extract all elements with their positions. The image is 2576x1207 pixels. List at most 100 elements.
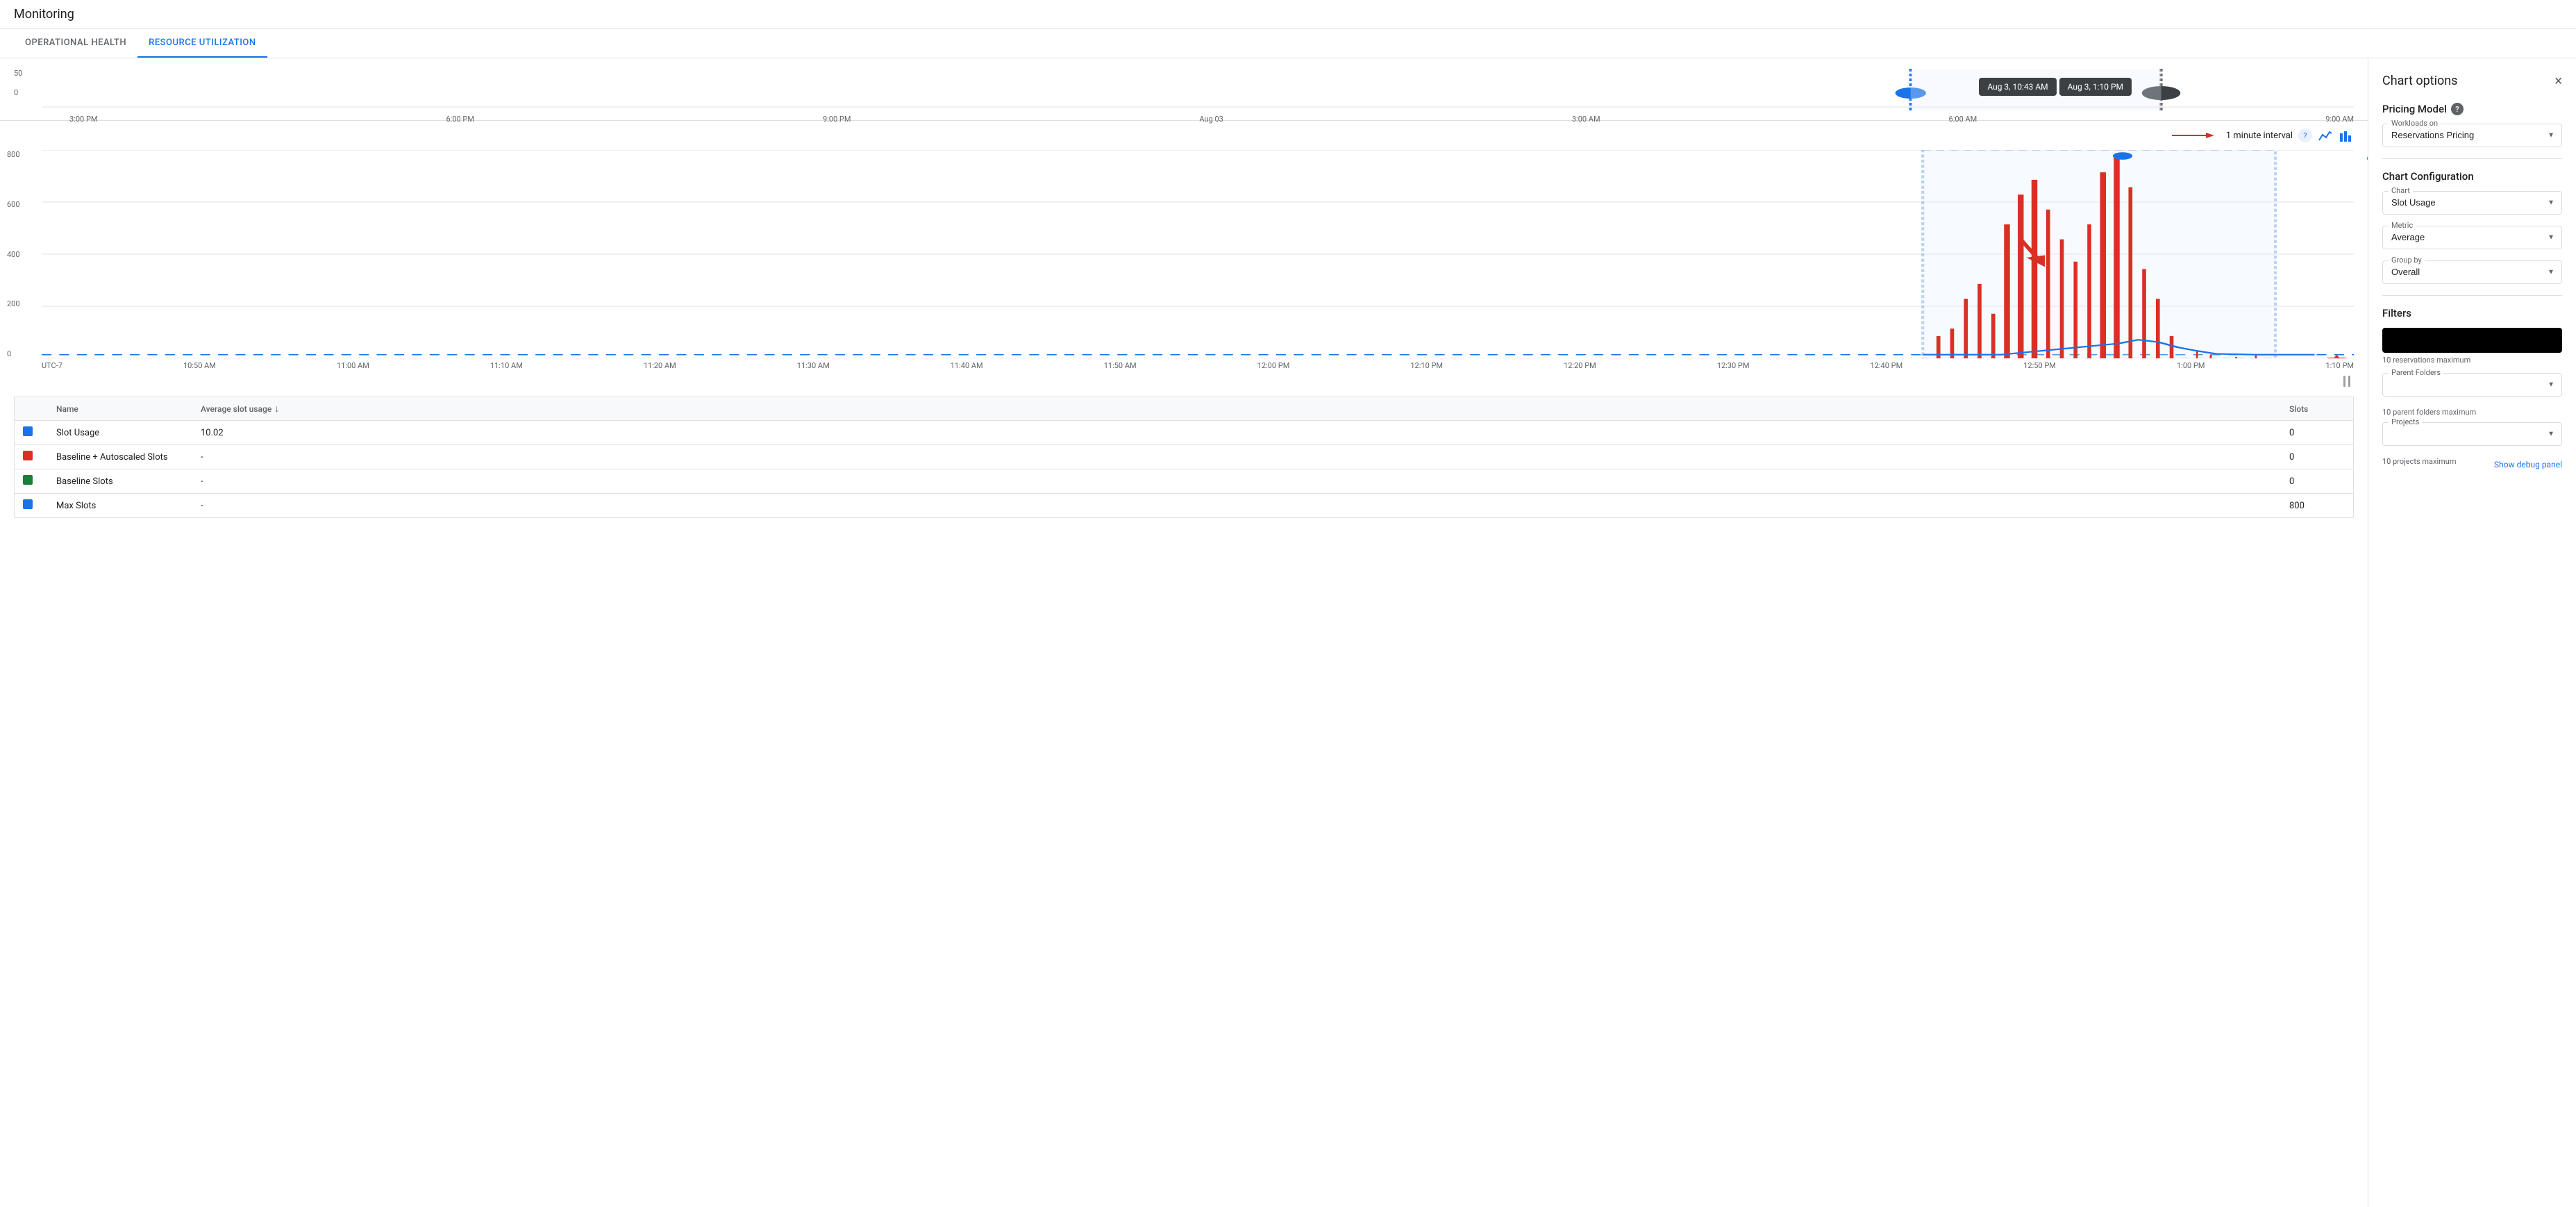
mini-time-7: 9:00 AM (2325, 115, 2354, 124)
row-slots-0: 0 (2289, 428, 2345, 438)
parent-folders-max-label: 10 parent folders maximum (2382, 408, 2562, 417)
legend-row: Max Slots - 800 (15, 494, 2353, 517)
x-110: 1:10 PM (2326, 361, 2354, 370)
metric-label: Metric (2389, 221, 2416, 230)
y-800: 800 (7, 150, 20, 159)
x-1050: 10:50 AM (183, 361, 216, 370)
x-1130: 11:30 AM (797, 361, 830, 370)
x-1210: 12:10 PM (1410, 361, 1443, 370)
panel-title: Chart options (2382, 74, 2457, 88)
legend-row: Baseline + Autoscaled Slots - 0 (15, 445, 2353, 469)
row-slots-3: 800 (2289, 501, 2345, 511)
reservations-filter-bar[interactable] (2382, 328, 2562, 353)
row-avg-0: 10.02 (201, 428, 2284, 438)
x-axis-labels: UTC-7 10:50 AM 11:00 AM 11:10 AM 11:20 A… (0, 358, 2368, 373)
col-slots: Slots (2289, 404, 2345, 414)
row-name-0: Slot Usage (56, 428, 195, 438)
workloads-field: Workloads on Reservations Pricing On-dem… (2382, 124, 2562, 147)
row-avg-3: - (201, 501, 2284, 511)
color-swatch (23, 499, 33, 509)
color-swatch (23, 451, 33, 460)
line-chart-btn[interactable] (2318, 128, 2333, 143)
main-chart: 800 600 400 200 0 (0, 150, 2368, 358)
scroll-indicator (2340, 374, 2354, 388)
group-by-select[interactable]: Overall Project Reservation Job Type (2391, 267, 2553, 277)
projects-select[interactable] (2391, 428, 2553, 439)
projects-field: Projects ▼ (2382, 422, 2562, 446)
row-slots-1: 0 (2289, 452, 2345, 463)
y-200: 200 (7, 299, 20, 308)
mini-y-label-0: 0 (14, 88, 22, 97)
workloads-chevron-icon: ▼ (2548, 132, 2554, 140)
workloads-select[interactable]: Reservations Pricing On-demand Pricing (2391, 130, 2553, 140)
parent-folders-field: Parent Folders ▼ (2382, 373, 2562, 397)
tooltip-left: Aug 3, 10:43 AM (1979, 78, 2056, 96)
projects-label: Projects (2389, 417, 2422, 426)
group-by-chevron-icon: ▼ (2548, 269, 2554, 276)
col-name: Name (56, 404, 195, 414)
filters-title: Filters (2382, 307, 2411, 319)
row-name-3: Max Slots (56, 501, 195, 511)
legend-row: Slot Usage 10.02 0 (15, 421, 2353, 445)
legend-row: Baseline Slots - 0 (15, 469, 2353, 494)
pricing-model-help-icon[interactable]: ? (2451, 103, 2464, 115)
parent-folders-label: Parent Folders (2389, 368, 2443, 377)
interval-help-icon[interactable]: ? (2298, 128, 2312, 142)
mini-time-1: 3:00 PM (69, 115, 97, 124)
mini-time-2: 6:00 PM (446, 115, 474, 124)
chart-config-title: Chart Configuration (2382, 170, 2474, 183)
x-100: 1:00 PM (2177, 361, 2205, 370)
row-name-2: Baseline Slots (56, 476, 195, 487)
right-panel: Chart options × Pricing Model ? Workload… (2368, 58, 2576, 1207)
parent-folders-chevron-icon: ▼ (2548, 381, 2554, 389)
projects-chevron-icon: ▼ (2548, 431, 2554, 438)
x-1140: 11:40 AM (951, 361, 983, 370)
color-swatch (23, 475, 33, 485)
mini-time-6: 6:00 AM (1949, 115, 1977, 124)
mini-chart: 50 0 Aug 3, 10 (0, 65, 2368, 121)
svg-text:★: ★ (2325, 353, 2349, 358)
tabs-bar: OPERATIONAL HEALTH RESOURCE UTILIZATION (0, 29, 2576, 58)
x-1230: 12:30 PM (1717, 361, 1750, 370)
interval-label: 1 minute interval (2226, 131, 2293, 141)
x-1240: 12:40 PM (1871, 361, 1903, 370)
chart-select[interactable]: Slot Usage Job Count Job Execution Time (2391, 197, 2553, 208)
row-slots-2: 0 (2289, 476, 2345, 487)
tab-operational-health[interactable]: OPERATIONAL HEALTH (14, 29, 137, 58)
color-swatch (23, 426, 33, 436)
page-title: Monitoring (14, 7, 2562, 22)
parent-folders-select[interactable] (2391, 379, 2553, 390)
y-400: 400 (7, 250, 20, 259)
reservations-filter: 10 reservations maximum (2382, 328, 2562, 365)
y-600: 600 (7, 200, 20, 209)
chart-chevron-icon: ▼ (2548, 199, 2554, 207)
x-1220: 12:20 PM (1564, 361, 1596, 370)
col-avg: Average slot usage ↓ (201, 403, 2284, 415)
bar-chart-btn[interactable] (2339, 128, 2354, 143)
group-by-field: Group by Overall Project Reservation Job… (2382, 260, 2562, 284)
mini-time-4: Aug 03 (1199, 115, 1223, 124)
metric-select[interactable]: Average Maximum Minimum (2391, 232, 2553, 242)
x-utc: UTC-7 (42, 361, 62, 370)
x-1200: 12:00 PM (1257, 361, 1290, 370)
row-name-1: Baseline + Autoscaled Slots (56, 452, 195, 463)
mini-y-label-50: 50 (14, 69, 22, 78)
chart-field: Chart Slot Usage Job Count Job Execution… (2382, 191, 2562, 215)
tooltip-right: Aug 3, 1:10 PM (2059, 78, 2132, 96)
workloads-label: Workloads on (2389, 119, 2441, 128)
interval-control: 1 minute interval ? (0, 121, 2368, 150)
chart-label: Chart (2389, 186, 2413, 195)
mini-time-3: 9:00 PM (823, 115, 851, 124)
close-button[interactable]: × (2554, 72, 2562, 89)
pricing-model-title: Pricing Model (2382, 103, 2447, 115)
x-1250: 12:50 PM (2023, 361, 2056, 370)
x-1110: 11:10 AM (490, 361, 523, 370)
x-1150: 11:50 AM (1104, 361, 1137, 370)
tab-resource-utilization[interactable]: RESOURCE UTILIZATION (137, 29, 267, 58)
legend-table: Name Average slot usage ↓ Slots Slot Usa… (14, 397, 2354, 518)
reservations-max-label: 10 reservations maximum (2382, 356, 2562, 365)
row-avg-2: - (201, 476, 2284, 487)
projects-max-label: 10 projects maximum (2382, 457, 2457, 466)
debug-panel-link[interactable]: Show debug panel (2494, 460, 2562, 469)
group-by-label: Group by (2389, 256, 2425, 265)
